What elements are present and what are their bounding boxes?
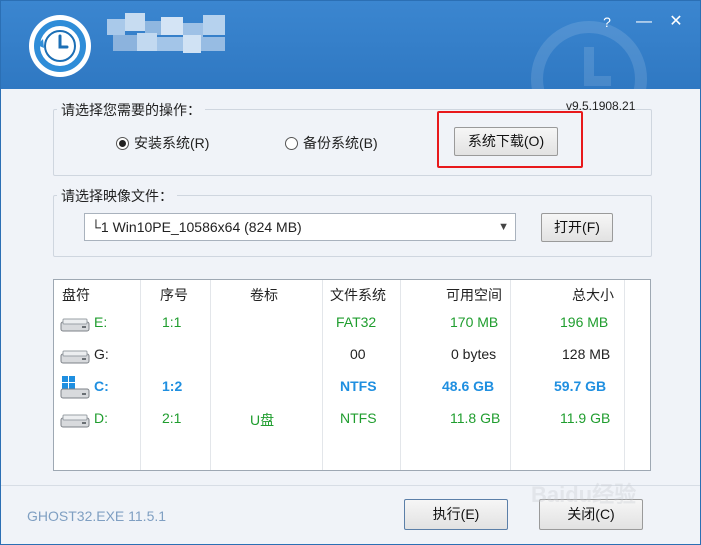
cell-total-size: 128 MB [562, 346, 611, 362]
radio-backup-system[interactable]: 备份系统(B) [285, 133, 378, 153]
radio-install-system[interactable]: 安装系统(R) [116, 133, 209, 153]
app-window: ? — ✕ 请选择您需要的操作： v9.5.1908.21 安装系统(R) 备份… [0, 0, 701, 545]
cell-label: U盘 [250, 412, 275, 428]
radio-install-label: 安装系统(R) [134, 135, 210, 151]
table-row[interactable]: C: 1:2 NTFS 48.6 GB 59.7 GB [54, 372, 650, 404]
cell-free-space: 11.8 GB [450, 410, 501, 426]
cell-filesystem: 00 [350, 346, 366, 362]
cell-free-space: 170 MB [450, 314, 499, 330]
cell-free-space: 48.6 GB [442, 378, 495, 394]
table-row[interactable]: E: 1:1 FAT32 170 MB 196 MB [54, 308, 650, 340]
cell-total-size: 11.9 GB [560, 410, 611, 426]
cell-filesystem: NTFS [340, 410, 377, 426]
radio-backup-label: 备份系统(B) [303, 135, 378, 151]
header-index[interactable]: 序号 [160, 285, 188, 305]
cell-index: 2:1 [162, 410, 182, 426]
cell-index: 1:1 [162, 314, 182, 330]
cell-filesystem: NTFS [340, 378, 377, 394]
cell-filesystem: FAT32 [336, 314, 377, 330]
radio-unchecked-icon[interactable] [285, 136, 298, 150]
run-button[interactable]: 执行(E) [404, 499, 508, 530]
title-bar[interactable]: ? — ✕ [1, 1, 700, 89]
partition-table: 盘符 序号 卷标 文件系统 可用空间 总大小 E: 1:1 FAT32 170 … [53, 279, 651, 471]
cell-drive: D: [94, 410, 108, 426]
drive-icon [60, 317, 90, 336]
close-window-button[interactable]: ✕ [664, 11, 688, 33]
windows-drive-icon [60, 376, 90, 403]
minimize-button[interactable]: — [632, 11, 656, 33]
cell-drive: C: [94, 378, 109, 394]
system-download-button[interactable]: 系统下载(O) [454, 127, 558, 156]
drive-icon [60, 413, 90, 432]
table-row[interactable]: G: 00 0 bytes 128 MB [54, 340, 650, 372]
open-file-button[interactable]: 打开(F) [541, 213, 613, 242]
header-free-space[interactable]: 可用空间 [446, 285, 502, 305]
table-row[interactable]: D: 2:1 U盘 NTFS 11.8 GB 11.9 GB [54, 404, 650, 436]
header-filesystem[interactable]: 文件系统 [330, 285, 386, 305]
cell-drive: E: [94, 314, 108, 330]
chevron-down-icon[interactable]: ▼ [498, 214, 509, 240]
image-file-group-label: 请选择映像文件： [57, 186, 177, 206]
header-total-size[interactable]: 总大小 [572, 285, 614, 305]
help-button[interactable]: ? [595, 11, 619, 33]
cell-index: 1:2 [162, 378, 183, 394]
app-logo-icon [29, 15, 91, 77]
baidu-watermark: Baidu经验 [531, 482, 637, 507]
table-header: 盘符 序号 卷标 文件系统 可用空间 总大小 [54, 280, 650, 308]
blurred-app-title [107, 13, 225, 55]
cell-total-size: 196 MB [560, 314, 609, 330]
cell-free-space: 0 bytes [451, 346, 497, 362]
cell-total-size: 59.7 GB [554, 378, 607, 394]
image-file-value: └1 Win10PE_10586x64 (824 MB) [91, 219, 302, 235]
operation-group-label: 请选择您需要的操作： [57, 100, 205, 120]
header-drive[interactable]: 盘符 [62, 285, 90, 305]
cell-drive: G: [94, 346, 109, 362]
clock-watermark-icon [529, 19, 649, 89]
image-file-select[interactable]: └1 Win10PE_10586x64 (824 MB) ▼ [84, 213, 516, 241]
radio-checked-icon[interactable] [116, 136, 129, 150]
header-label[interactable]: 卷标 [250, 285, 278, 305]
ghost-version-label: GHOST32.EXE 11.5.1 [27, 508, 167, 524]
drive-icon [60, 349, 90, 368]
